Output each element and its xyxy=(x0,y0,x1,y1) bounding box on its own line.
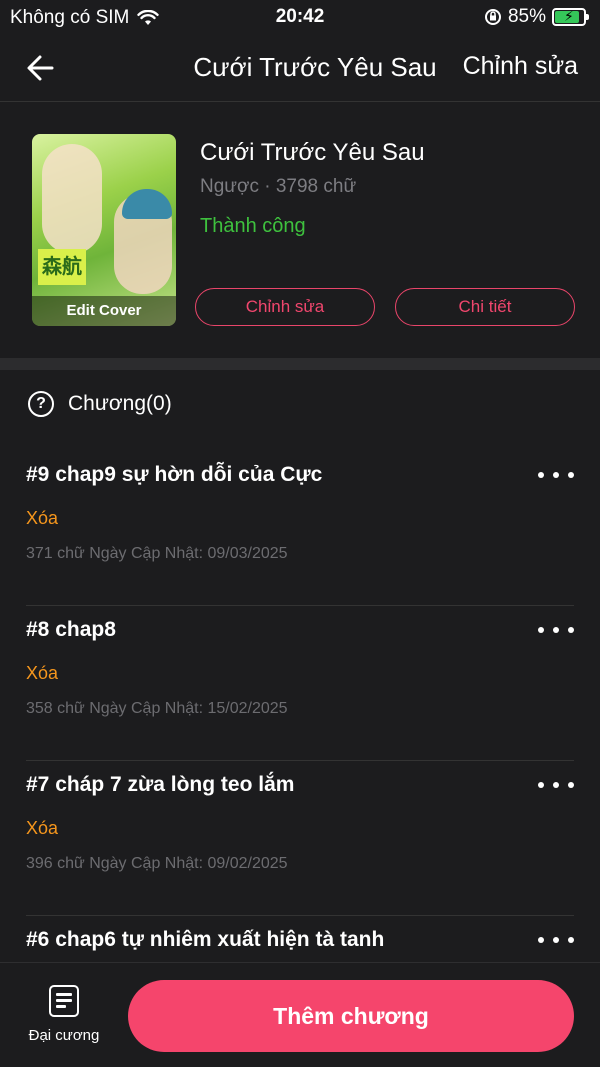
cover-tag: 森航 xyxy=(38,249,86,285)
chapter-info: 358 chữ Ngày Cập Nhật: 15/02/2025 xyxy=(26,700,288,717)
edit-book-button[interactable]: Chỉnh sửa xyxy=(463,52,578,81)
document-icon xyxy=(49,985,79,1017)
status-bar: Không có SIM 20:42 85% ⚡ xyxy=(0,0,600,34)
section-divider xyxy=(0,358,600,370)
more-options-icon[interactable] xyxy=(538,620,574,640)
book-header: 森航 Edit Cover Cưới Trước Yêu Sau Ngược ·… xyxy=(0,103,600,358)
status-right: 85% ⚡ xyxy=(484,6,589,28)
chapter-item[interactable]: #9 chap9 sự hờn dỗi của Cực Xóa 371 chữ … xyxy=(26,451,574,606)
chapter-info: 371 chữ Ngày Cập Nhật: 09/03/2025 xyxy=(26,545,288,562)
book-status: Thành công xyxy=(200,215,306,237)
outline-button[interactable]: Đại cương xyxy=(20,983,108,1049)
chapter-delete-link[interactable]: Xóa xyxy=(26,663,58,684)
orientation-lock-icon xyxy=(484,9,501,25)
book-meta: Ngược · 3798 chữ xyxy=(200,176,357,197)
outline-label: Đại cương xyxy=(28,1027,100,1044)
help-icon[interactable]: ? xyxy=(28,391,54,417)
chapter-title: #9 chap9 sự hờn dỗi của Cực xyxy=(26,463,323,486)
chapter-delete-link[interactable]: Xóa xyxy=(26,818,58,839)
back-arrow-icon xyxy=(27,55,54,81)
book-cover[interactable]: 森航 Edit Cover xyxy=(32,134,176,326)
cover-art-figure xyxy=(42,144,102,254)
battery-icon: ⚡ xyxy=(552,8,589,26)
back-button[interactable] xyxy=(22,48,62,88)
chapter-title: #8 chap8 xyxy=(26,618,116,641)
chapter-title: #7 cháp 7 zừa lòng teo lắm xyxy=(26,773,295,796)
detail-button[interactable]: Chi tiết xyxy=(395,288,575,326)
chapter-item[interactable]: #8 chap8 Xóa 358 chữ Ngày Cập Nhật: 15/0… xyxy=(26,606,574,761)
more-options-icon[interactable] xyxy=(538,930,574,950)
chapter-title: #6 chap6 tự nhiêm xuất hiện tà tanh xyxy=(26,928,385,951)
page-title: Cưới Trước Yêu Sau xyxy=(193,52,437,82)
cover-art-detail xyxy=(122,189,172,219)
add-chapter-button[interactable]: Thêm chương xyxy=(128,980,574,1052)
chapters-header: ? Chương(0) xyxy=(28,384,172,424)
charging-bolt-icon: ⚡ xyxy=(564,8,574,24)
battery-percent: 85% xyxy=(507,6,546,27)
bottom-bar: Đại cương Thêm chương xyxy=(0,962,600,1067)
chapter-count: Chương(0) xyxy=(68,392,172,415)
more-options-icon[interactable] xyxy=(538,775,574,795)
edit-cover-button[interactable]: Edit Cover xyxy=(32,296,176,326)
more-options-icon[interactable] xyxy=(538,465,574,485)
chapter-item[interactable]: #7 cháp 7 zừa lòng teo lắm Xóa 396 chữ N… xyxy=(26,761,574,916)
book-title: Cưới Trước Yêu Sau xyxy=(200,139,425,166)
chapter-info: 396 chữ Ngày Cập Nhật: 09/02/2025 xyxy=(26,855,288,872)
chapter-delete-link[interactable]: Xóa xyxy=(26,508,58,529)
nav-bar: Cưới Trước Yêu Sau Chỉnh sửa xyxy=(0,34,600,102)
edit-info-button[interactable]: Chỉnh sửa xyxy=(195,288,375,326)
